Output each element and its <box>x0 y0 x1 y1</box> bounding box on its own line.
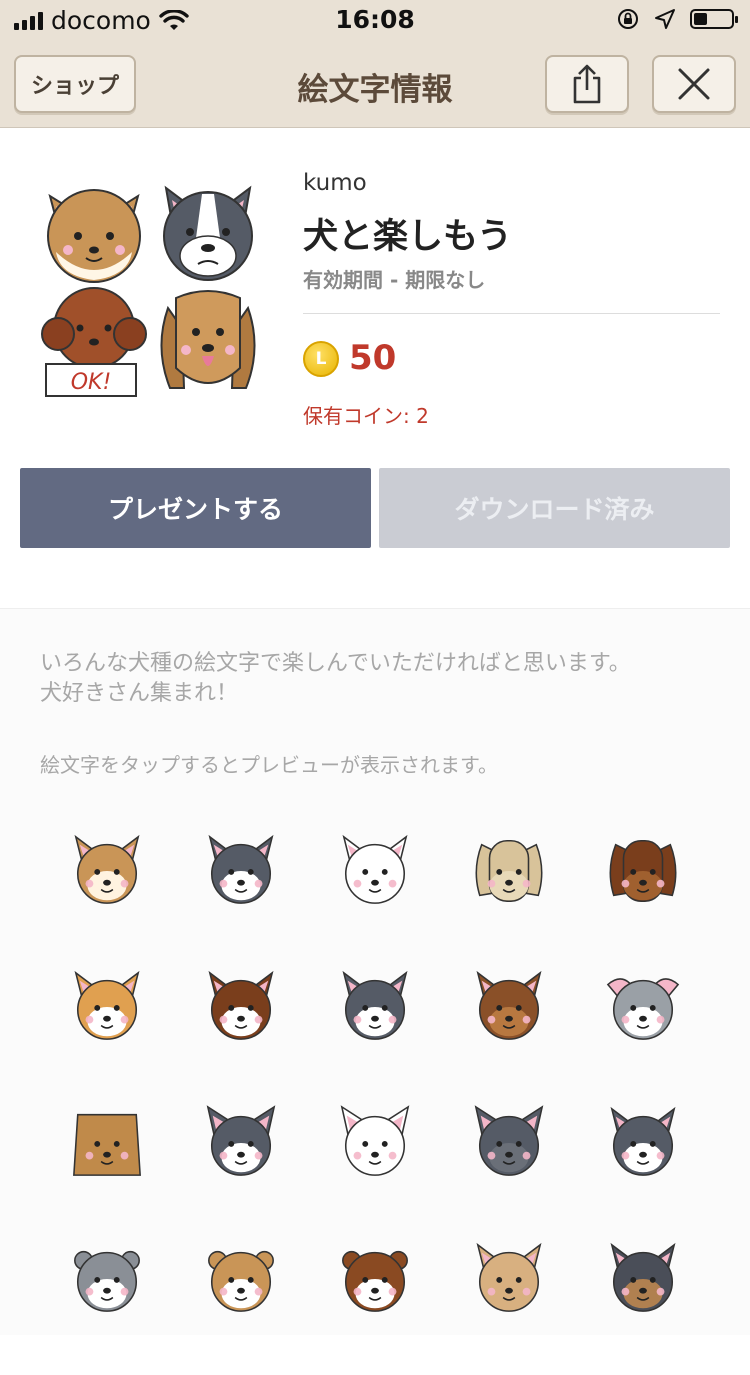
husky-icon <box>610 1106 676 1176</box>
battery-icon <box>690 9 738 29</box>
close-button[interactable] <box>652 55 736 113</box>
chihuahua-smooth-icon <box>476 970 542 1040</box>
description-line-1: いろんな犬種の絵文字で楽しんでいただければと思います。 <box>40 651 631 676</box>
emoji-beagle-cream[interactable] <box>442 831 576 967</box>
french-bulldog-black-icon <box>474 1105 544 1176</box>
emoji-yorkie-tan[interactable] <box>442 1239 576 1375</box>
package-description: いろんな犬種の絵文字で楽しんでいただければと思います。 犬好きさん集まれ！ <box>40 649 720 709</box>
thumbnail-sign-text: OK! <box>71 370 112 395</box>
beagle-cream-icon <box>475 839 543 902</box>
emoji-bulldog-brown[interactable] <box>308 1239 442 1375</box>
price: 50 <box>349 338 397 378</box>
pomeranian-icon <box>73 1113 141 1176</box>
package-thumbnail: OK! <box>41 185 256 397</box>
emoji-dachshund-brown[interactable] <box>576 831 710 967</box>
thumbnail-shiba <box>47 189 141 283</box>
author-name[interactable]: kumo <box>303 170 367 196</box>
dachshund-brown-icon <box>609 839 677 902</box>
rotation-lock-icon <box>618 9 638 29</box>
coin-icon: L <box>303 341 339 377</box>
emoji-papillon-brown[interactable] <box>174 967 308 1103</box>
status-right <box>616 7 738 31</box>
divider <box>303 313 720 314</box>
share-icon <box>573 64 601 104</box>
emoji-bulldog-grey[interactable] <box>40 1239 174 1375</box>
thumbnail-poodle: OK! <box>41 287 147 397</box>
emoji-yorkie-dark[interactable] <box>576 1239 710 1375</box>
french-bulldog-patch-icon <box>340 1105 410 1176</box>
emoji-french-bulldog-pied[interactable] <box>174 1103 308 1239</box>
emoji-shiba-black[interactable] <box>174 831 308 967</box>
shiba-tan-icon <box>74 834 140 904</box>
owned-coins: 保有コイン: 2 <box>303 404 429 428</box>
thumbnail-boston <box>163 185 253 281</box>
yorkie-dark-icon <box>610 1242 676 1312</box>
bulldog-fawn-icon <box>208 1250 274 1312</box>
share-button[interactable] <box>545 55 629 113</box>
emoji-grid <box>40 831 710 1375</box>
emoji-bulldog-fawn[interactable] <box>174 1239 308 1375</box>
close-icon <box>678 68 710 100</box>
emoji-italian-greyhound[interactable] <box>576 967 710 1103</box>
emoji-chihuahua-smooth[interactable] <box>442 967 576 1103</box>
battery-level <box>694 13 707 25</box>
shiba-black-icon <box>208 834 274 904</box>
status-bar: docomo 16:08 <box>0 0 750 40</box>
package-info: OK! kumo 犬と楽しもう 有効期間 - 期限なし L 50 保有コイン: … <box>0 128 750 608</box>
download-button[interactable]: ダウンロード済み <box>379 468 730 548</box>
thumbnail-golden <box>160 290 256 389</box>
italian-greyhound-icon <box>606 978 680 1040</box>
package-title: 犬と楽しもう <box>303 217 512 257</box>
emoji-chihuahua-longhair-tan[interactable] <box>40 967 174 1103</box>
emoji-shiba-tan[interactable] <box>40 831 174 967</box>
chihuahua-longhair-black-icon <box>342 970 408 1040</box>
bulldog-brown-icon <box>342 1250 408 1312</box>
present-button[interactable]: プレゼントする <box>20 468 371 548</box>
yorkie-tan-icon <box>476 1242 542 1312</box>
location-arrow-icon <box>655 9 675 29</box>
emoji-shiba-white[interactable] <box>308 831 442 967</box>
emoji-french-bulldog-black[interactable] <box>442 1103 576 1239</box>
package-detail: いろんな犬種の絵文字で楽しんでいただければと思います。 犬好きさん集まれ！ 絵文… <box>0 608 750 1335</box>
papillon-brown-icon <box>208 970 274 1040</box>
nav-bar: ショップ 絵文字情報 <box>0 40 750 128</box>
emoji-pomeranian[interactable] <box>40 1103 174 1239</box>
emoji-chihuahua-longhair-black[interactable] <box>308 967 442 1103</box>
french-bulldog-pied-icon <box>206 1105 276 1176</box>
emoji-husky[interactable] <box>576 1103 710 1239</box>
emoji-french-bulldog-patch[interactable] <box>308 1103 442 1239</box>
validity-period: 有効期間 - 期限なし <box>303 268 486 292</box>
page-title: 絵文字情報 <box>297 72 453 108</box>
bulldog-grey-icon <box>74 1250 140 1312</box>
shiba-white-icon <box>342 834 408 904</box>
description-line-2: 犬好きさん集まれ！ <box>40 681 239 706</box>
chihuahua-longhair-tan-icon <box>74 970 140 1040</box>
preview-hint: 絵文字をタップするとプレビューが表示されます。 <box>40 753 498 777</box>
